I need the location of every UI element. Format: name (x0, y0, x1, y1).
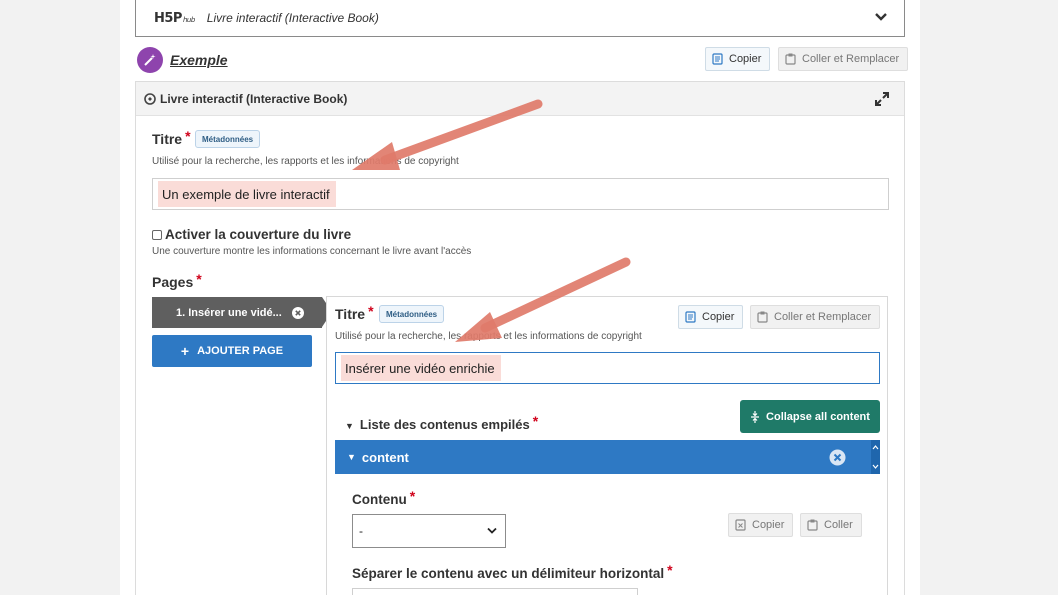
h5p-hub-logo: H5Phub (154, 10, 195, 26)
title-label: Titre * (152, 128, 191, 147)
copy-icon (712, 53, 723, 65)
page-title-label: Titre * (335, 303, 374, 322)
pages-label: Pages * (152, 271, 202, 290)
hub-content-type-title: Livre interactif (Interactive Book) (206, 11, 379, 25)
collapse-all-button[interactable]: Collapse all content (740, 400, 880, 433)
content-copy-button[interactable]: Copier (728, 513, 794, 537)
editor-page: H5Phub Livre interactif (Interactive Boo… (120, 0, 920, 595)
example-link[interactable]: Exemple (170, 52, 228, 68)
caret-down-icon: ▼ (345, 421, 354, 431)
page-title-input-value: Insérer une vidéo enrichie (341, 355, 501, 381)
reorder-arrows-icon[interactable] (871, 440, 880, 474)
page-metadata-button[interactable]: Métadonnées (379, 305, 445, 323)
page-paste-replace-button[interactable]: Coller et Remplacer (750, 305, 881, 329)
page-tab-1[interactable]: 1. Insérer une vidé... (152, 297, 332, 328)
content-paste-button[interactable]: Coller (800, 513, 862, 537)
cover-label[interactable]: Activer la couverture du livre (165, 227, 351, 242)
content-type-select[interactable]: - (352, 514, 506, 548)
collapse-icon (751, 410, 760, 423)
copy-icon (735, 519, 746, 531)
title-input-value: Un exemple de livre interactif (158, 181, 336, 207)
copy-icon (685, 311, 696, 323)
chevron-down-icon[interactable] (874, 10, 888, 24)
separator-select[interactable] (352, 588, 638, 595)
remove-page-icon[interactable] (292, 307, 304, 319)
metadata-button[interactable]: Métadonnées (195, 130, 261, 148)
paste-icon (785, 53, 796, 65)
cover-description: Une couverture montre les informations c… (152, 246, 472, 257)
plus-icon: + (180, 343, 190, 359)
remove-content-icon[interactable] (829, 449, 846, 466)
title-input[interactable]: Un exemple de livre interactif (152, 178, 889, 210)
title-description: Utilisé pour la recherche, les rapports … (152, 156, 459, 167)
example-row: Exemple (137, 47, 228, 73)
paste-replace-button[interactable]: Coller et Remplacer (778, 47, 909, 71)
h5p-content-icon (144, 92, 156, 105)
page-title-input[interactable]: Insérer une vidéo enrichie (335, 352, 880, 384)
add-page-button[interactable]: + AJOUTER PAGE (152, 335, 312, 367)
separator-label: Séparer le contenu avec un délimiteur ho… (352, 562, 673, 581)
stacked-contents-label[interactable]: ▼ Liste des contenus empilés * (345, 413, 538, 432)
paste-icon (807, 519, 818, 531)
caret-down-icon: ▼ (347, 452, 356, 462)
content-item-header[interactable]: ▼ content (335, 440, 880, 474)
paste-icon (757, 311, 768, 323)
copy-button[interactable]: Copier (705, 47, 771, 71)
panel-title: Livre interactif (Interactive Book) (160, 91, 348, 106)
contenu-label: Contenu * (352, 488, 416, 507)
page-copy-button[interactable]: Copier (678, 305, 744, 329)
panel-header: Livre interactif (Interactive Book) (136, 82, 904, 116)
chevron-down-icon (487, 527, 497, 534)
hub-content-type-bar[interactable]: H5Phub Livre interactif (Interactive Boo… (135, 0, 905, 37)
cover-checkbox[interactable] (152, 230, 162, 240)
page-title-description: Utilisé pour la recherche, les rapports … (335, 331, 642, 342)
expand-icon[interactable] (874, 91, 890, 107)
magic-wand-icon (137, 47, 163, 73)
